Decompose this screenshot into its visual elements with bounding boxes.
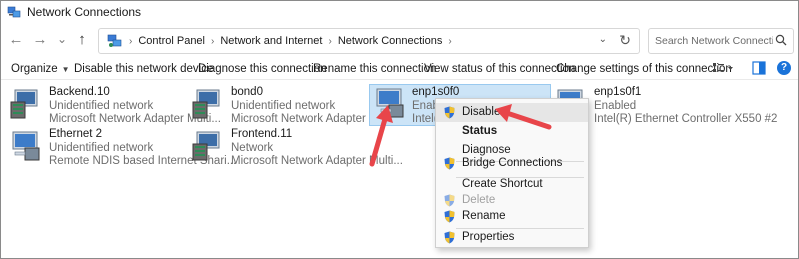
command-bar: Organize ▼ Disable this network device Di…	[1, 60, 798, 80]
connection-item-ethernet2[interactable]: Ethernet 2 Unidentified network Remote N…	[9, 128, 236, 170]
refresh-icon[interactable]: ↻	[619, 32, 631, 49]
menu-item-label: Disable	[462, 106, 501, 118]
connection-name: Frontend.11	[231, 128, 293, 140]
menu-item-properties[interactable]: Properties	[436, 228, 588, 247]
menu-item-label: Rename	[462, 210, 506, 222]
connection-device: Intel(R) Ethernet Controller X550 #2	[594, 113, 778, 125]
recent-locations-chevron-icon[interactable]: ⌄	[53, 30, 71, 48]
forward-arrow-icon[interactable]: →	[31, 31, 49, 49]
diagnose-connection-button[interactable]: Diagnose this connection	[198, 63, 327, 75]
window: Network Connections ← → ⌄ ↑ › Control Pa…	[0, 0, 799, 259]
organize-button[interactable]: Organize ▼	[11, 63, 70, 75]
navigation-bar: ← → ⌄ ↑ › Control Panel › Network and In…	[1, 25, 798, 57]
organize-label: Organize	[11, 63, 58, 75]
search-input[interactable]	[655, 35, 773, 47]
breadcrumb-separator-icon[interactable]: ›	[211, 36, 214, 47]
menu-item-disable[interactable]: Disable	[436, 103, 588, 122]
network-adapter-icon	[191, 88, 225, 120]
search-box[interactable]	[648, 28, 794, 54]
connection-item-bond0[interactable]: bond0 Unidentified network Microsoft Net…	[191, 86, 403, 128]
address-dropdown-icon[interactable]: ⌄	[599, 34, 607, 45]
uac-shield-icon	[444, 231, 455, 244]
uac-shield-icon	[444, 106, 455, 119]
connection-name: enp1s0f1	[594, 86, 642, 98]
uac-shield-icon	[444, 194, 455, 207]
breadcrumb-separator-icon[interactable]: ›	[328, 36, 331, 47]
caret-down-icon: ▼	[61, 65, 70, 74]
breadcrumb-separator-icon[interactable]: ›	[448, 36, 451, 47]
view-options-icon[interactable]	[712, 61, 734, 78]
rename-connection-button[interactable]: Rename this connection	[313, 63, 436, 75]
change-settings-button[interactable]: Change settings of this connection	[556, 63, 732, 75]
network-connections-icon	[7, 5, 21, 19]
help-glyph: ?	[777, 61, 791, 75]
network-adapter-icon	[9, 130, 43, 162]
context-menu: Disable Status Diagnose Bridge Connectio…	[435, 98, 589, 248]
network-adapter-icon	[373, 87, 407, 119]
address-bar[interactable]: › Control Panel › Network and Internet ›…	[98, 28, 640, 54]
breadcrumb-separator-icon: ›	[129, 35, 133, 47]
help-icon[interactable]: ?	[777, 61, 791, 75]
menu-item-rename[interactable]: Rename	[436, 207, 588, 226]
uac-shield-icon	[444, 157, 455, 170]
connection-status: Enabled	[594, 99, 637, 112]
connection-status: Network	[231, 141, 274, 154]
network-adapter-icon	[191, 130, 225, 162]
connection-item-frontend11[interactable]: Frontend.11 Network Microsoft Network Ad…	[191, 128, 403, 170]
location-network-icon	[107, 34, 123, 48]
menu-item-label: Delete	[462, 194, 496, 206]
up-arrow-icon[interactable]: ↑	[73, 31, 91, 49]
network-adapter-icon	[9, 88, 43, 120]
uac-shield-icon	[444, 210, 455, 223]
title-bar: Network Connections	[1, 1, 798, 23]
breadcrumb-network-and-internet[interactable]: Network and Internet	[220, 35, 322, 47]
connection-item-backend10[interactable]: Backend.10 Unidentified network Microsof…	[9, 86, 221, 128]
preview-pane-icon[interactable]	[752, 61, 766, 78]
view-status-button[interactable]: View status of this connection	[424, 63, 575, 75]
back-arrow-icon[interactable]: ←	[7, 31, 25, 49]
disable-device-button[interactable]: Disable this network device	[74, 63, 213, 75]
breadcrumb-network-connections[interactable]: Network Connections	[338, 35, 443, 47]
menu-item-bridge-connections[interactable]: Bridge Connections	[436, 154, 588, 173]
search-icon[interactable]	[775, 34, 787, 46]
menu-item-label: Properties	[462, 231, 515, 243]
breadcrumb-control-panel[interactable]: Control Panel	[138, 35, 205, 47]
connection-device: Microsoft Network Adapter Multi...	[231, 155, 403, 167]
window-title: Network Connections	[27, 5, 142, 19]
menu-item-label: Bridge Connections	[462, 157, 563, 169]
menu-item-status[interactable]: Status	[436, 122, 588, 141]
